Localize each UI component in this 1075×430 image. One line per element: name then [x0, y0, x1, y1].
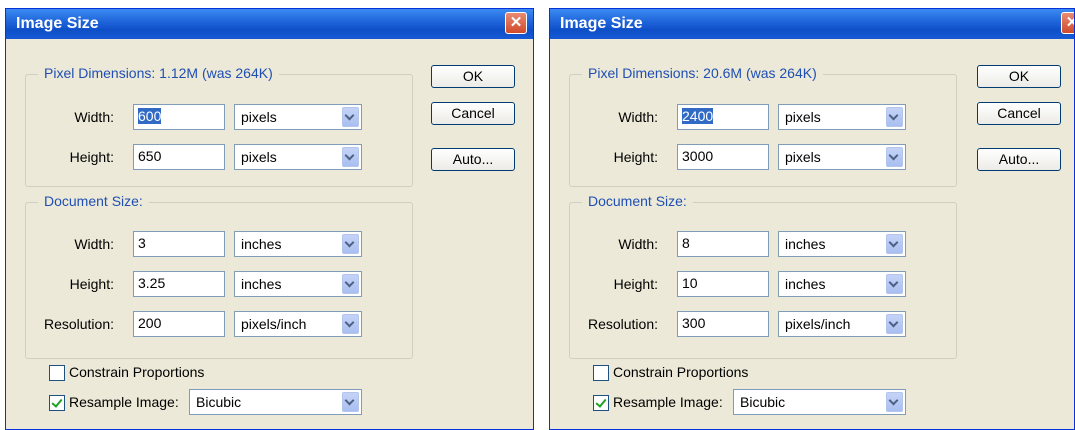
resolution-unit-select[interactable]: pixels/inch — [778, 311, 906, 337]
auto-button[interactable]: Auto... — [431, 148, 515, 171]
pixel-width-unit: pixels — [785, 109, 821, 125]
doc-width-input[interactable]: 3 — [133, 231, 225, 257]
resample-image-checkbox[interactable] — [593, 395, 609, 411]
ok-button[interactable]: OK — [431, 65, 515, 88]
constrain-proportions-checkbox[interactable] — [593, 365, 609, 381]
document-size-legend: Document Size: — [582, 193, 693, 209]
pixel-width-value: 2400 — [682, 108, 714, 124]
pixel-height-unit: pixels — [785, 149, 821, 165]
resample-method-select[interactable]: Bicubic — [733, 389, 906, 415]
constrain-proportions-label: Constrain Proportions — [69, 364, 205, 380]
pixel-width-unit: pixels — [241, 109, 277, 125]
pixel-width-unit-select[interactable]: pixels — [234, 104, 362, 130]
pixel-dimensions-legend: Pixel Dimensions: 1.12M (was 264K) — [38, 65, 279, 81]
resolution-input[interactable]: 300 — [677, 311, 769, 337]
doc-height-unit: inches — [785, 276, 826, 292]
doc-width-value: 8 — [682, 235, 690, 251]
doc-width-input[interactable]: 8 — [677, 231, 769, 257]
doc-height-label: Height: — [69, 276, 114, 292]
doc-height-label: Height: — [613, 276, 658, 292]
doc-width-label: Width: — [618, 236, 658, 252]
doc-height-unit-select[interactable]: inches — [778, 271, 906, 297]
constrain-proportions-checkbox[interactable] — [49, 365, 65, 381]
chevron-down-icon[interactable] — [886, 274, 903, 294]
close-icon: ✕ — [509, 14, 523, 31]
chevron-down-icon[interactable] — [342, 314, 359, 334]
doc-width-label: Width: — [74, 236, 114, 252]
pixel-width-input[interactable]: 600 — [133, 104, 225, 130]
pixel-height-value: 3000 — [682, 148, 714, 164]
title-bar: Image Size ✕ — [550, 9, 1074, 39]
pixel-width-input[interactable]: 2400 — [677, 104, 769, 130]
auto-button[interactable]: Auto... — [977, 148, 1061, 171]
resolution-unit: pixels/inch — [785, 316, 851, 332]
chevron-down-icon[interactable] — [886, 107, 903, 127]
title-bar: Image Size ✕ — [6, 9, 533, 39]
chevron-down-icon[interactable] — [342, 147, 359, 167]
resolution-unit: pixels/inch — [241, 316, 307, 332]
pixel-height-unit-select[interactable]: pixels — [778, 144, 906, 170]
close-button[interactable]: ✕ — [1061, 12, 1074, 34]
cancel-button[interactable]: Cancel — [977, 102, 1061, 125]
pixel-dimensions-group: Pixel Dimensions: 20.6M (was 264K) — [569, 65, 957, 187]
pixel-width-label: Width: — [618, 109, 658, 125]
pixel-dimensions-legend: Pixel Dimensions: 20.6M (was 264K) — [582, 65, 823, 81]
resample-method: Bicubic — [196, 394, 242, 410]
dialog-title: Image Size — [16, 15, 99, 32]
pixel-height-label: Height: — [613, 149, 658, 165]
pixel-height-label: Height: — [69, 149, 114, 165]
pixel-width-unit-select[interactable]: pixels — [778, 104, 906, 130]
chevron-down-icon[interactable] — [342, 107, 359, 127]
resolution-unit-select[interactable]: pixels/inch — [234, 311, 362, 337]
chevron-down-icon[interactable] — [342, 274, 359, 294]
image-size-dialog-left: Image Size ✕ Pixel Dimensions: 1.12M (wa… — [5, 8, 534, 430]
pixel-dimensions-group: Pixel Dimensions: 1.12M (was 264K) — [25, 65, 413, 187]
resample-image-label: Resample Image: — [613, 394, 723, 410]
constrain-proportions-label: Constrain Proportions — [613, 364, 749, 380]
resolution-input[interactable]: 200 — [133, 311, 225, 337]
cancel-button[interactable]: Cancel — [431, 102, 515, 125]
resample-image-label: Resample Image: — [69, 394, 179, 410]
doc-height-unit: inches — [241, 276, 282, 292]
doc-width-value: 3 — [138, 235, 146, 251]
doc-height-input[interactable]: 3.25 — [133, 271, 225, 297]
doc-width-unit-select[interactable]: inches — [778, 231, 906, 257]
pixel-height-unit-select[interactable]: pixels — [234, 144, 362, 170]
document-size-legend: Document Size: — [38, 193, 149, 209]
doc-height-value: 3.25 — [138, 275, 166, 291]
pixel-height-unit: pixels — [241, 149, 277, 165]
chevron-down-icon[interactable] — [342, 392, 359, 412]
pixel-height-input[interactable]: 650 — [133, 144, 225, 170]
close-button[interactable]: ✕ — [505, 12, 527, 34]
resolution-value: 300 — [682, 315, 706, 331]
doc-height-unit-select[interactable]: inches — [234, 271, 362, 297]
resolution-label: Resolution: — [43, 316, 114, 332]
resample-method-select[interactable]: Bicubic — [189, 389, 362, 415]
chevron-down-icon[interactable] — [886, 234, 903, 254]
doc-width-unit-select[interactable]: inches — [234, 231, 362, 257]
pixel-width-value: 600 — [138, 108, 162, 124]
pixel-width-label: Width: — [74, 109, 114, 125]
resample-image-checkbox[interactable] — [49, 395, 65, 411]
close-icon: ✕ — [1066, 14, 1074, 31]
resolution-label: Resolution: — [587, 316, 658, 332]
doc-height-value: 10 — [682, 275, 698, 291]
doc-width-unit: inches — [785, 236, 826, 252]
resample-method: Bicubic — [740, 394, 786, 410]
dialog-title: Image Size — [560, 15, 643, 32]
doc-width-unit: inches — [241, 236, 282, 252]
chevron-down-icon[interactable] — [886, 392, 903, 412]
image-size-dialog-right: Image Size ✕ Pixel Dimensions: 20.6M (wa… — [549, 8, 1075, 430]
chevron-down-icon[interactable] — [886, 147, 903, 167]
chevron-down-icon[interactable] — [342, 234, 359, 254]
pixel-height-value: 650 — [138, 148, 162, 164]
pixel-height-input[interactable]: 3000 — [677, 144, 769, 170]
resolution-value: 200 — [138, 315, 162, 331]
doc-height-input[interactable]: 10 — [677, 271, 769, 297]
chevron-down-icon[interactable] — [886, 314, 903, 334]
ok-button[interactable]: OK — [977, 65, 1061, 88]
